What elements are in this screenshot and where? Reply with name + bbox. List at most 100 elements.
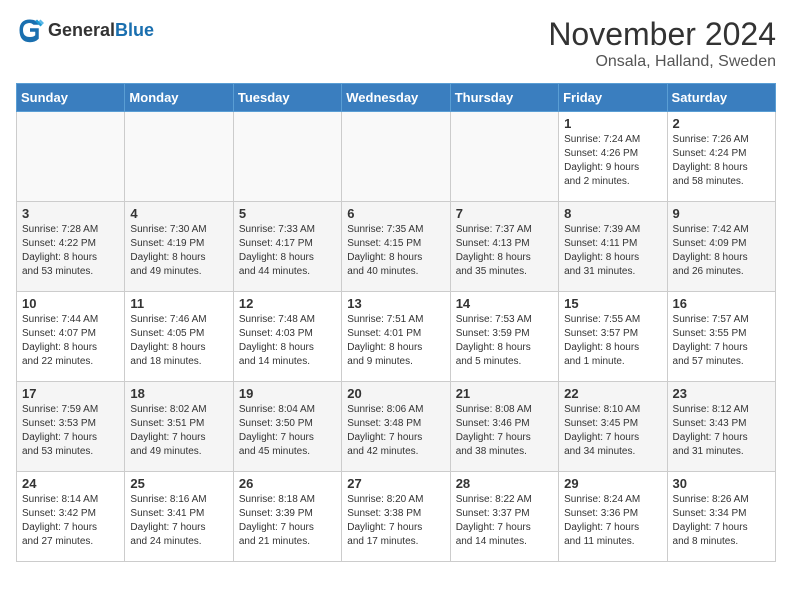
col-saturday: Saturday xyxy=(667,84,775,112)
table-row: 2 Sunrise: 7:26 AMSunset: 4:24 PMDaylight… xyxy=(667,112,775,202)
day-info: Sunrise: 8:24 AMSunset: 3:36 PMDaylight:… xyxy=(564,493,661,549)
day-number: 26 xyxy=(239,476,336,491)
location-title: Onsala, Halland, Sweden xyxy=(548,53,776,71)
day-info: Sunrise: 7:48 AMSunset: 4:03 PMDaylight:… xyxy=(239,313,336,369)
table-row: 17 Sunrise: 7:59 AMSunset: 3:53 PMDayligh… xyxy=(17,382,125,472)
day-number: 25 xyxy=(130,476,227,491)
table-row: 18 Sunrise: 8:02 AMSunset: 3:51 PMDayligh… xyxy=(125,382,233,472)
col-friday: Friday xyxy=(559,84,667,112)
day-info: Sunrise: 7:57 AMSunset: 3:55 PMDaylight:… xyxy=(673,313,770,369)
table-row: 5 Sunrise: 7:33 AMSunset: 4:17 PMDaylight… xyxy=(233,202,341,292)
day-info: Sunrise: 8:16 AMSunset: 3:41 PMDaylight:… xyxy=(130,493,227,549)
title-area: November 2024 Onsala, Halland, Sweden xyxy=(548,16,776,71)
table-row: 20Sunrise: 8:06 AMSunset: 3:48 PMDayligh… xyxy=(342,382,450,472)
day-number: 7 xyxy=(456,206,553,221)
day-info: Sunrise: 7:24 AMSunset: 4:26 PMDaylight:… xyxy=(564,133,661,189)
day-number: 22 xyxy=(564,386,661,401)
col-tuesday: Tuesday xyxy=(233,84,341,112)
table-row: 22Sunrise: 8:10 AMSunset: 3:45 PMDayligh… xyxy=(559,382,667,472)
table-row: 13 Sunrise: 7:51 AMSunset: 4:01 PMDayligh… xyxy=(342,292,450,382)
day-info: Sunrise: 7:33 AMSunset: 4:17 PMDaylight:… xyxy=(239,223,336,279)
table-row xyxy=(450,112,558,202)
table-row: 24 Sunrise: 8:14 AMSunset: 3:42 PMDayligh… xyxy=(17,472,125,562)
day-number: 17 xyxy=(22,386,119,401)
day-info: Sunrise: 8:12 AMSunset: 3:43 PMDaylight:… xyxy=(673,403,770,459)
day-number: 19 xyxy=(239,386,336,401)
table-row: 9 Sunrise: 7:42 AMSunset: 4:09 PMDaylight… xyxy=(667,202,775,292)
day-info: Sunrise: 8:02 AMSunset: 3:51 PMDaylight:… xyxy=(130,403,227,459)
day-info: Sunrise: 8:04 AMSunset: 3:50 PMDaylight:… xyxy=(239,403,336,459)
col-wednesday: Wednesday xyxy=(342,84,450,112)
col-monday: Monday xyxy=(125,84,233,112)
day-info: Sunrise: 7:26 AMSunset: 4:24 PMDaylight:… xyxy=(673,133,770,189)
calendar-week-row: 17 Sunrise: 7:59 AMSunset: 3:53 PMDayligh… xyxy=(17,382,776,472)
day-number: 21 xyxy=(456,386,553,401)
day-number: 9 xyxy=(673,206,770,221)
day-number: 12 xyxy=(239,296,336,311)
table-row: 21 Sunrise: 8:08 AMSunset: 3:46 PMDayligh… xyxy=(450,382,558,472)
day-info: Sunrise: 7:37 AMSunset: 4:13 PMDaylight:… xyxy=(456,223,553,279)
day-number: 5 xyxy=(239,206,336,221)
day-info: Sunrise: 7:30 AMSunset: 4:19 PMDaylight:… xyxy=(130,223,227,279)
calendar-week-row: 3 Sunrise: 7:28 AMSunset: 4:22 PMDaylight… xyxy=(17,202,776,292)
table-row: 10 Sunrise: 7:44 AMSunset: 4:07 PMDayligh… xyxy=(17,292,125,382)
day-number: 28 xyxy=(456,476,553,491)
day-number: 29 xyxy=(564,476,661,491)
table-row: 23 Sunrise: 8:12 AMSunset: 3:43 PMDayligh… xyxy=(667,382,775,472)
calendar-week-row: 24 Sunrise: 8:14 AMSunset: 3:42 PMDayligh… xyxy=(17,472,776,562)
table-row: 6Sunrise: 7:35 AMSunset: 4:15 PMDaylight… xyxy=(342,202,450,292)
table-row: 25 Sunrise: 8:16 AMSunset: 3:41 PMDayligh… xyxy=(125,472,233,562)
calendar-table: Sunday Monday Tuesday Wednesday Thursday… xyxy=(16,83,776,562)
month-title: November 2024 xyxy=(548,16,776,53)
table-row: 30 Sunrise: 8:26 AMSunset: 3:34 PMDayligh… xyxy=(667,472,775,562)
table-row xyxy=(233,112,341,202)
day-info: Sunrise: 8:14 AMSunset: 3:42 PMDaylight:… xyxy=(22,493,119,549)
table-row: 19 Sunrise: 8:04 AMSunset: 3:50 PMDayligh… xyxy=(233,382,341,472)
day-info: Sunrise: 7:35 AMSunset: 4:15 PMDaylight:… xyxy=(347,223,444,279)
table-row xyxy=(17,112,125,202)
day-info: Sunrise: 7:42 AMSunset: 4:09 PMDaylight:… xyxy=(673,223,770,279)
day-info: Sunrise: 8:20 AMSunset: 3:38 PMDaylight:… xyxy=(347,493,444,549)
logo: GeneralBlue xyxy=(16,16,154,44)
table-row: 1 Sunrise: 7:24 AMSunset: 4:26 PMDaylight… xyxy=(559,112,667,202)
calendar-header-row: Sunday Monday Tuesday Wednesday Thursday… xyxy=(17,84,776,112)
table-row: 3 Sunrise: 7:28 AMSunset: 4:22 PMDaylight… xyxy=(17,202,125,292)
table-row: 7 Sunrise: 7:37 AMSunset: 4:13 PMDaylight… xyxy=(450,202,558,292)
day-number: 10 xyxy=(22,296,119,311)
day-number: 30 xyxy=(673,476,770,491)
day-number: 27 xyxy=(347,476,444,491)
day-info: Sunrise: 8:26 AMSunset: 3:34 PMDaylight:… xyxy=(673,493,770,549)
day-info: Sunrise: 7:28 AMSunset: 4:22 PMDaylight:… xyxy=(22,223,119,279)
table-row: 26 Sunrise: 8:18 AMSunset: 3:39 PMDayligh… xyxy=(233,472,341,562)
day-number: 14 xyxy=(456,296,553,311)
day-info: Sunrise: 7:51 AMSunset: 4:01 PMDaylight:… xyxy=(347,313,444,369)
table-row xyxy=(125,112,233,202)
day-number: 24 xyxy=(22,476,119,491)
day-number: 15 xyxy=(564,296,661,311)
day-number: 18 xyxy=(130,386,227,401)
header: GeneralBlue November 2024 Onsala, Hallan… xyxy=(16,16,776,71)
day-info: Sunrise: 8:08 AMSunset: 3:46 PMDaylight:… xyxy=(456,403,553,459)
day-number: 3 xyxy=(22,206,119,221)
day-number: 11 xyxy=(130,296,227,311)
table-row: 29 Sunrise: 8:24 AMSunset: 3:36 PMDayligh… xyxy=(559,472,667,562)
calendar-week-row: 10 Sunrise: 7:44 AMSunset: 4:07 PMDayligh… xyxy=(17,292,776,382)
col-thursday: Thursday xyxy=(450,84,558,112)
day-info: Sunrise: 7:44 AMSunset: 4:07 PMDaylight:… xyxy=(22,313,119,369)
day-number: 16 xyxy=(673,296,770,311)
table-row: 8Sunrise: 7:39 AMSunset: 4:11 PMDaylight… xyxy=(559,202,667,292)
logo-blue: Blue xyxy=(115,20,154,40)
table-row: 11 Sunrise: 7:46 AMSunset: 4:05 PMDayligh… xyxy=(125,292,233,382)
day-number: 1 xyxy=(564,116,661,131)
table-row: 28Sunrise: 8:22 AMSunset: 3:37 PMDayligh… xyxy=(450,472,558,562)
calendar-week-row: 1 Sunrise: 7:24 AMSunset: 4:26 PMDaylight… xyxy=(17,112,776,202)
day-number: 13 xyxy=(347,296,444,311)
day-info: Sunrise: 7:46 AMSunset: 4:05 PMDaylight:… xyxy=(130,313,227,369)
day-info: Sunrise: 8:18 AMSunset: 3:39 PMDaylight:… xyxy=(239,493,336,549)
table-row: 4Sunrise: 7:30 AMSunset: 4:19 PMDaylight… xyxy=(125,202,233,292)
day-number: 23 xyxy=(673,386,770,401)
day-info: Sunrise: 7:59 AMSunset: 3:53 PMDaylight:… xyxy=(22,403,119,459)
table-row: 14Sunrise: 7:53 AMSunset: 3:59 PMDayligh… xyxy=(450,292,558,382)
day-number: 2 xyxy=(673,116,770,131)
day-number: 20 xyxy=(347,386,444,401)
